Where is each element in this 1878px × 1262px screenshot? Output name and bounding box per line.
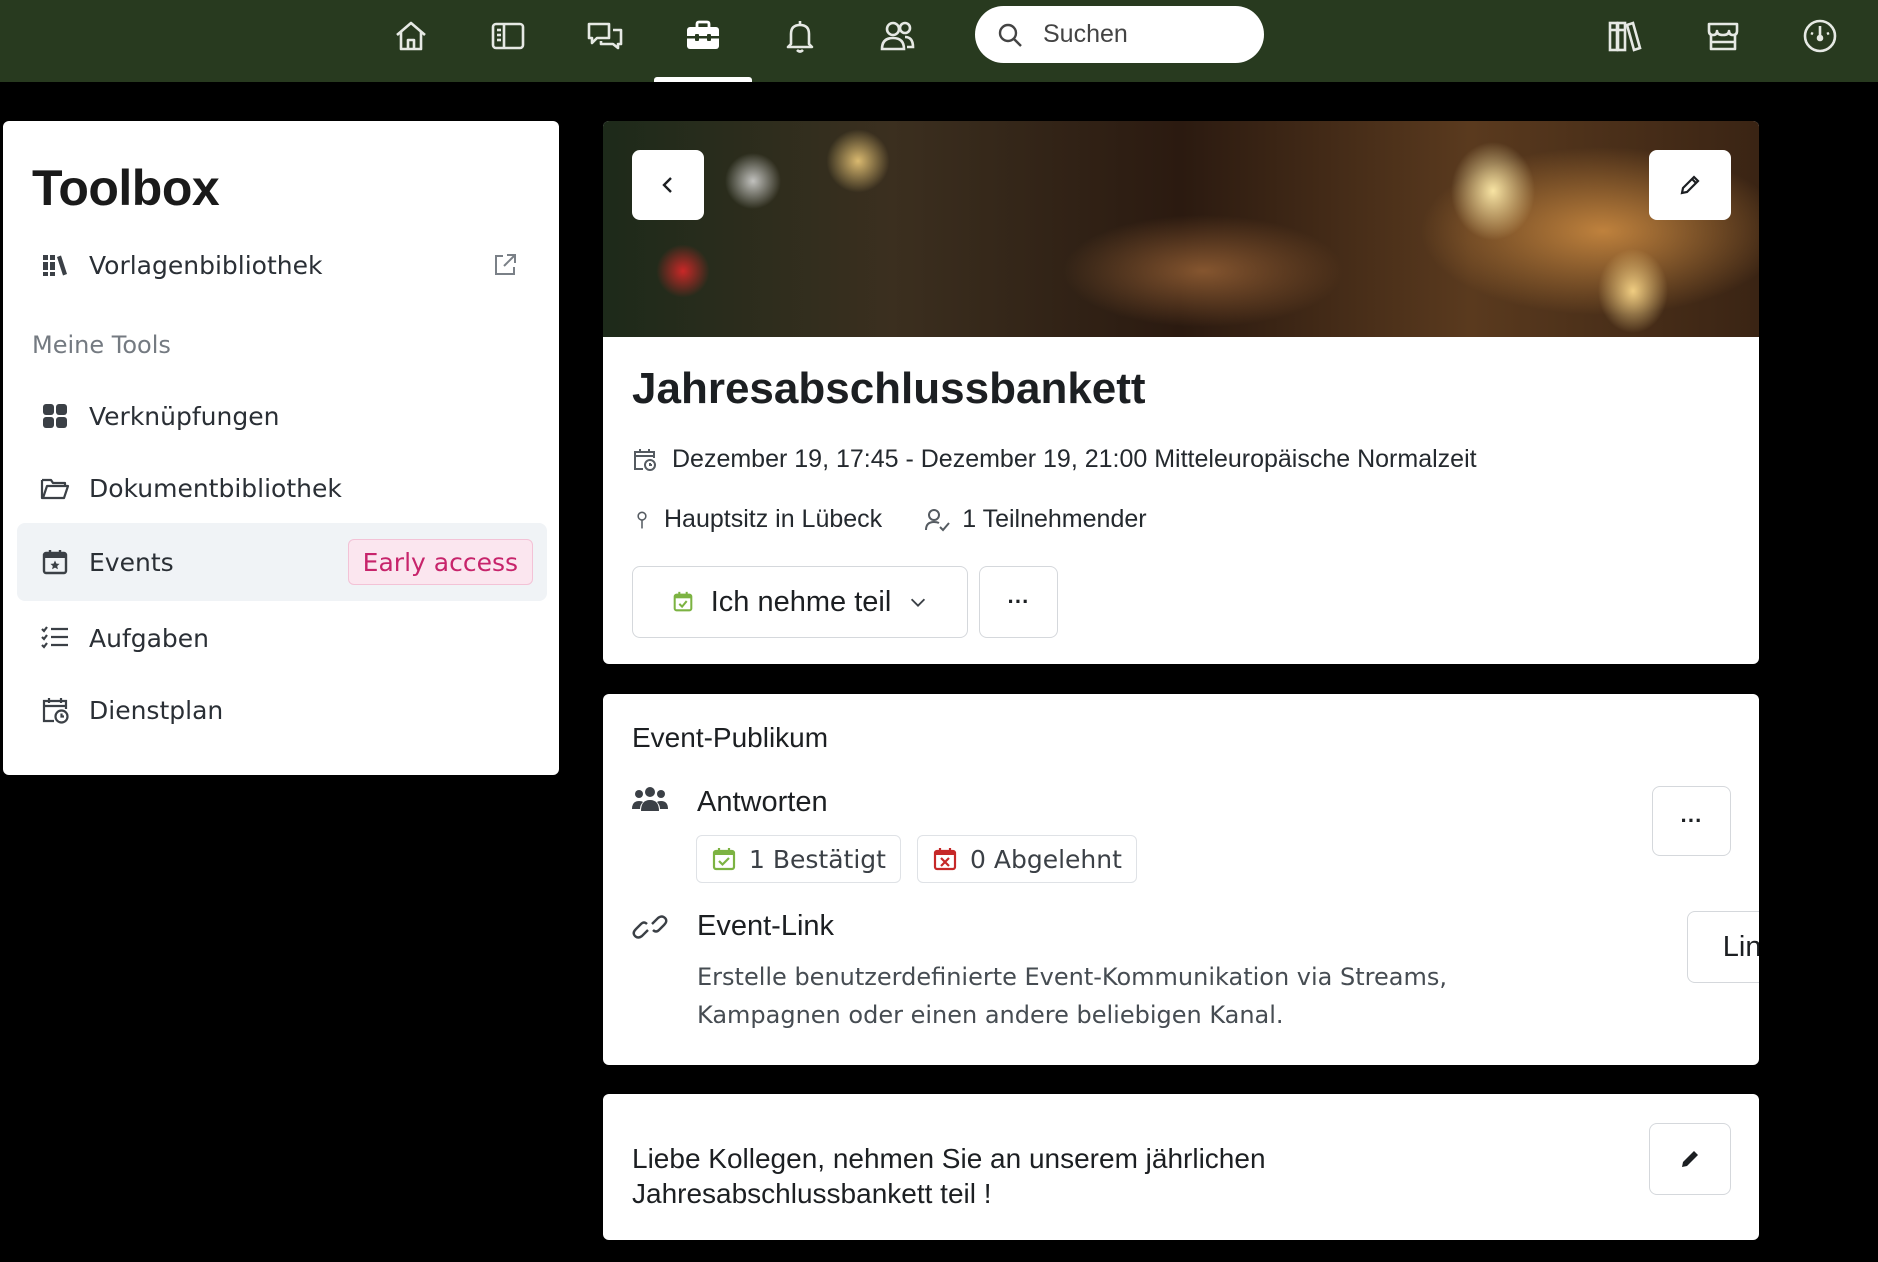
confirmed-count: 1 Bestätigt	[749, 844, 886, 874]
responses-label: Antworten	[697, 786, 828, 818]
calendar-check-icon	[673, 591, 693, 612]
external-link-icon[interactable]	[491, 251, 519, 279]
bell-icon[interactable]	[772, 14, 828, 58]
sidebar-item-label: Vorlagenbibliothek	[89, 250, 323, 280]
sidebar-item-label: Dienstplan	[89, 695, 224, 725]
top-navigation-bar	[0, 0, 1878, 82]
event-link-label: Event-Link	[697, 910, 835, 942]
location-pin-icon	[637, 511, 647, 528]
sidebar-item-label: Events	[89, 547, 174, 577]
store-icon[interactable]	[1695, 14, 1751, 58]
toolbox-icon[interactable]	[675, 14, 731, 58]
sidebar-item-label: Dokumentbibliothek	[89, 473, 342, 503]
ellipsis-icon: ···	[1680, 808, 1703, 833]
link-icon	[632, 915, 668, 939]
group-icon	[632, 787, 668, 811]
calendar-clock-icon	[39, 694, 71, 726]
chevron-down-icon	[911, 598, 926, 607]
event-audience-card: Event-Publikum Antworten 1 Bestätigt 0 A…	[603, 694, 1759, 1065]
active-tab-indicator	[654, 77, 752, 82]
event-datetime-row: Dezember 19, 17:45 - Dezember 19, 21:00 …	[632, 445, 1477, 474]
event-link-description: Erstelle benutzerdefinierte Event-Kommun…	[697, 963, 1447, 1029]
event-more-button[interactable]: ···	[979, 566, 1058, 638]
rsvp-dropdown-button[interactable]: Ich nehme teil	[632, 566, 968, 638]
folder-icon	[39, 472, 71, 504]
section-label-meine-tools: Meine Tools	[32, 331, 171, 359]
search-box[interactable]	[975, 6, 1264, 63]
responses-more-button[interactable]: ···	[1652, 786, 1731, 856]
participant-check-icon	[925, 508, 950, 531]
confirmed-chip[interactable]: 1 Bestätigt	[696, 835, 901, 883]
chat-icon[interactable]	[577, 14, 633, 58]
gauge-icon[interactable]	[1792, 14, 1848, 58]
library-icon	[39, 249, 71, 281]
event-description-card: Liebe Kollegen, nehmen Sie an unserem jä…	[603, 1094, 1759, 1240]
declined-count: 0 Abgelehnt	[970, 844, 1122, 874]
declined-chip[interactable]: 0 Abgelehnt	[917, 835, 1137, 883]
ellipsis-icon: ···	[1007, 589, 1030, 614]
event-location: Hauptsitz in Lübeck	[664, 505, 883, 533]
sidebar-item-events[interactable]: Events Early access	[17, 523, 547, 601]
chevron-left-icon	[662, 177, 672, 193]
sidebar-item-dienstplan[interactable]: Dienstplan	[17, 671, 547, 749]
back-button[interactable]	[632, 150, 704, 220]
sidebar-item-label: Aufgaben	[89, 623, 210, 653]
edit-description-button[interactable]	[1649, 1123, 1731, 1195]
calendar-check-icon	[712, 848, 736, 871]
sidebar-item-label: Verknüpfungen	[89, 401, 280, 431]
search-input[interactable]	[1043, 20, 1243, 49]
sidebar-item-aufgaben[interactable]: Aufgaben	[17, 599, 547, 677]
event-participants: 1 Teilnehmender	[962, 505, 1147, 533]
pencil-icon	[1682, 1151, 1698, 1167]
rsvp-label: Ich nehme teil	[710, 585, 892, 618]
library-icon[interactable]	[1597, 14, 1653, 58]
copy-link-label: Link kopieren	[1722, 930, 1759, 963]
pencil-icon	[1680, 175, 1700, 195]
event-title: Jahresabschlussbankett	[632, 364, 1146, 413]
event-datetime: Dezember 19, 17:45 - Dezember 19, 21:00 …	[672, 445, 1477, 473]
early-access-badge: Early access	[347, 539, 533, 585]
checklist-icon	[39, 622, 71, 654]
sidebar-title: Toolbox	[32, 160, 220, 216]
sidebar-panel-icon[interactable]	[480, 14, 536, 58]
sidebar-item-dokumentbibliothek[interactable]: Dokumentbibliothek	[17, 449, 547, 527]
home-icon[interactable]	[383, 14, 439, 58]
sidebar-item-verknuepfungen[interactable]: Verknüpfungen	[17, 377, 547, 455]
event-cover-image	[603, 121, 1759, 337]
search-icon	[998, 23, 1022, 47]
sidebar-item-vorlagenbibliothek[interactable]: Vorlagenbibliothek	[17, 226, 547, 304]
audience-title: Event-Publikum	[632, 722, 829, 753]
people-icon[interactable]	[869, 14, 925, 58]
edit-cover-button[interactable]	[1649, 150, 1731, 220]
grid-icon	[39, 400, 71, 432]
event-header-card: Jahresabschlussbankett Dezember 19, 17:4…	[603, 121, 1759, 664]
event-description: Liebe Kollegen, nehmen Sie an unserem jä…	[632, 1143, 1266, 1209]
calendar-x-icon	[933, 848, 957, 871]
calendar-star-icon	[39, 546, 71, 578]
event-meta-row: Hauptsitz in Lübeck 1 Teilnehmender	[632, 505, 1147, 534]
copy-link-button[interactable]: Link kopieren	[1687, 911, 1759, 983]
toolbox-sidebar: Toolbox Vorlagenbibliothek Meine Tools V…	[3, 121, 559, 775]
calendar-clock-icon	[634, 448, 656, 471]
